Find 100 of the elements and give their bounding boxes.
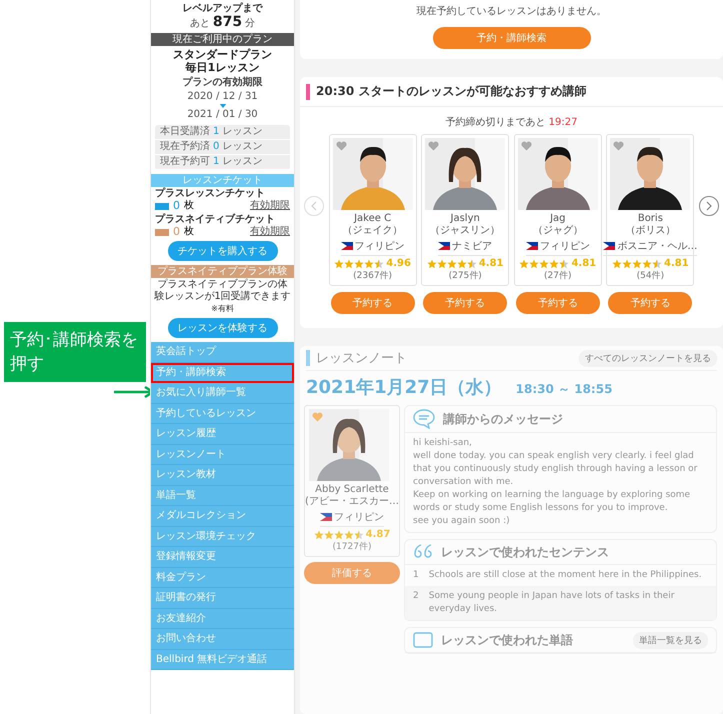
- buy-ticket-button[interactable]: チケットを購入する: [168, 241, 278, 261]
- expiry-link[interactable]: 有効期限: [250, 226, 290, 238]
- teacher-card[interactable]: Jakee C （ジェイク） フィリピン 4.96 (2367件): [328, 134, 417, 286]
- trial-header: プラスネイティブプラン体験: [151, 265, 294, 278]
- heart-icon[interactable]: [312, 412, 323, 422]
- all-notes-link[interactable]: すべてのレッスンノートを見る: [579, 350, 717, 366]
- menu-item[interactable]: お友達紹介: [151, 608, 294, 629]
- word-list-link[interactable]: 単語一覧を見る: [633, 632, 708, 648]
- teacher-kana: （ジェイク）: [342, 225, 403, 237]
- stat-unit: レッスン: [222, 126, 262, 138]
- star-icon: [466, 258, 477, 268]
- trial-lesson-button[interactable]: レッスンを体験する: [168, 318, 278, 338]
- rate-button[interactable]: 評価する: [304, 562, 400, 584]
- end-date: 2021 / 01 / 30: [187, 109, 258, 121]
- country-name: フィリピン: [354, 240, 405, 253]
- menu-item[interactable]: レッスンノート: [151, 444, 294, 465]
- stat-count: 1: [213, 156, 220, 168]
- heart-icon[interactable]: [336, 141, 347, 151]
- ticket-name: プラスネイティブチケット: [155, 214, 276, 226]
- teacher-card[interactable]: Jaslyn （ジャスリン） ナミビア 4.81 (275件): [421, 134, 510, 286]
- flag-icon: [603, 242, 616, 250]
- country-name: フィリピン: [334, 511, 384, 524]
- callout-label: 予約･講師検索を押す: [4, 322, 146, 382]
- stat-count: 0: [213, 141, 220, 153]
- heart-icon[interactable]: [613, 141, 624, 151]
- plan-name: スタンダードプラン: [173, 48, 272, 61]
- heart-icon[interactable]: [428, 141, 440, 151]
- sentence-text: Some young people in Japan have lots of tasks in their everyday lives.: [428, 590, 676, 616]
- star-icon: [334, 530, 344, 540]
- card-icon: [413, 631, 433, 649]
- chevron-left-icon: [311, 201, 317, 211]
- message-text: well done today. you can speak english very clearly. i feel glad that you continuously study english through having a lesson or conversation with me.: [412, 450, 698, 489]
- teacher-name: Boris: [638, 213, 663, 225]
- teacher-card[interactable]: Boris （ボリス） ボスニア・ヘル… 4.81 (54件): [606, 134, 694, 286]
- next-button[interactable]: [698, 196, 719, 216]
- menu-item[interactable]: お問い合わせ: [151, 629, 294, 650]
- message-text: Keep on working on learning the language by exploring some words or study some English lessons for you to improve.: [412, 489, 692, 515]
- flag-icon: [340, 242, 353, 250]
- country-name: ボスニア・ヘル…: [617, 240, 698, 253]
- menu-item[interactable]: お気に入り講師一覧: [151, 383, 294, 404]
- teacher-kana: （ジャグ）: [532, 225, 583, 237]
- flag-icon: [526, 242, 538, 250]
- accent-bar: [306, 84, 310, 100]
- teacher-card[interactable]: Jag （ジャグ） フィリピン 4.81 (27件): [514, 134, 602, 286]
- rating-value: 4.96: [386, 258, 411, 269]
- stat-count: 1: [213, 126, 220, 138]
- star-icon: [374, 258, 384, 268]
- menu-item[interactable]: 証明書の発行: [151, 588, 294, 608]
- reserve-button[interactable]: 予約する: [516, 292, 600, 314]
- message-title: 講師からのメッセージ: [443, 410, 563, 428]
- teacher-name: Abby Scarlette: [315, 484, 389, 496]
- star-icon: [436, 258, 447, 268]
- reserve-button[interactable]: 予約する: [330, 292, 415, 314]
- menu-item[interactable]: Bellbird 無料ビデオ通話: [151, 650, 294, 670]
- deadline-text: 予約締め切りまであと 19:27: [444, 116, 578, 129]
- speech-bubble-icon: [413, 409, 435, 429]
- search-teacher-button[interactable]: 予約・講師検索: [432, 27, 590, 49]
- message-text: see you again soon :): [412, 515, 511, 528]
- star-icon: [529, 258, 540, 268]
- accent-bar: [306, 350, 310, 366]
- down-triangle-icon: [218, 104, 226, 108]
- heart-icon[interactable]: [520, 141, 532, 151]
- teacher-name: Jag: [550, 213, 566, 225]
- reserve-button[interactable]: 予約する: [423, 292, 508, 314]
- stat-unit: レッスン: [222, 141, 262, 153]
- plan-header: 現在ご利用中のプラン: [151, 33, 294, 46]
- menu-item[interactable]: 登録情報変更: [151, 547, 294, 568]
- menu-item[interactable]: 英会話トップ: [151, 342, 294, 362]
- expiry-link[interactable]: 有効期限: [250, 200, 290, 212]
- review-count: (275件): [448, 270, 482, 282]
- teacher-name: Jakee C: [354, 213, 392, 225]
- teacher-kana: （ボリス）: [625, 225, 676, 237]
- menu-item[interactable]: レッスン環境チェック: [151, 526, 294, 547]
- ticket-unit: 枚: [184, 200, 194, 212]
- teacher-card[interactable]: Abby Scarlette (アビー・エスカー… フィリピン 4.87 (1727件): [304, 405, 400, 557]
- stat-unit: レッスン: [222, 156, 262, 168]
- reserve-button[interactable]: 予約する: [608, 292, 692, 314]
- star-icon: [446, 258, 457, 268]
- menu-item[interactable]: 予約しているレッスン: [151, 404, 294, 424]
- stat-label: 現在予約可: [160, 156, 210, 168]
- menu-item[interactable]: レッスン教材: [151, 465, 294, 486]
- flag-icon: [320, 513, 332, 521]
- start-date: 2020 / 12 / 31: [187, 91, 258, 103]
- teacher-kana: (アビー・エスカー…: [305, 496, 399, 508]
- previous-button[interactable]: [304, 196, 324, 216]
- rating-value: 4.81: [478, 258, 504, 269]
- menu-item[interactable]: メダルコレクション: [151, 506, 294, 526]
- sentence-text: Schools are still close at the moment here in the Philippines.: [428, 569, 702, 582]
- level-up-unit: 分: [245, 17, 256, 31]
- menu-item[interactable]: レッスン履歴: [151, 424, 294, 444]
- star-icon: [354, 258, 364, 268]
- sentences-title: レッスンで使われたセンテンス: [441, 544, 609, 560]
- menu-item[interactable]: 単語一覧: [151, 486, 294, 506]
- stat-label: 本日受講済: [160, 126, 210, 138]
- ticket-unit: 枚: [184, 226, 194, 238]
- sentence-number: 1: [413, 569, 419, 582]
- lesson-note-title: レッスンノート: [316, 350, 407, 367]
- menu-item[interactable]: 予約・講師検索: [151, 362, 294, 383]
- review-count: (27件): [544, 270, 572, 282]
- menu-item[interactable]: 料金プラン: [151, 568, 294, 588]
